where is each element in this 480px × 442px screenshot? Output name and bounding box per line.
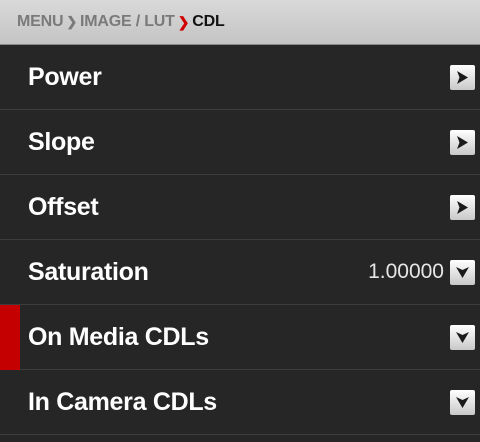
chevron-down-icon[interactable] (450, 324, 475, 350)
menu-item-in-camera-cdls[interactable]: In Camera CDLs (0, 370, 480, 435)
arrow-right-icon[interactable] (450, 64, 475, 90)
arrow-right-icon[interactable] (450, 129, 475, 155)
menu-item-label: Saturation (28, 257, 149, 286)
breadcrumb-menu[interactable]: MENU (17, 13, 64, 31)
menu-item-power[interactable]: Power (0, 45, 480, 110)
breadcrumb-cdl: CDL (192, 13, 225, 30)
menu-item-slope[interactable]: Slope (0, 110, 480, 175)
breadcrumb: MENU ❯ IMAGE / LUT ❯ CDL (0, 0, 480, 45)
selection-marker (0, 305, 20, 370)
menu-item-label: On Media CDLs (28, 322, 209, 351)
menu-item-offset[interactable]: Offset (0, 175, 480, 240)
chevron-down-icon[interactable] (450, 389, 475, 415)
menu-item-label: Power (28, 62, 102, 91)
menu-list: Power Slope Offset Saturation 1.00000 On… (0, 45, 480, 435)
chevron-right-icon: ❯ (177, 13, 190, 30)
arrow-right-icon[interactable] (450, 194, 475, 220)
chevron-right-icon: ❯ (66, 14, 78, 29)
menu-item-label: In Camera CDLs (28, 387, 217, 416)
menu-item-saturation[interactable]: Saturation 1.00000 (0, 240, 480, 305)
saturation-value: 1.00000 (368, 260, 444, 283)
menu-item-on-media-cdls[interactable]: On Media CDLs (0, 305, 480, 370)
menu-item-label: Slope (28, 127, 95, 156)
chevron-down-icon[interactable] (450, 259, 475, 285)
menu-item-label: Offset (28, 192, 99, 221)
cdl-menu-screen: MENU ❯ IMAGE / LUT ❯ CDL Power Slope Off… (0, 0, 480, 442)
breadcrumb-image-lut[interactable]: IMAGE / LUT (80, 13, 175, 31)
